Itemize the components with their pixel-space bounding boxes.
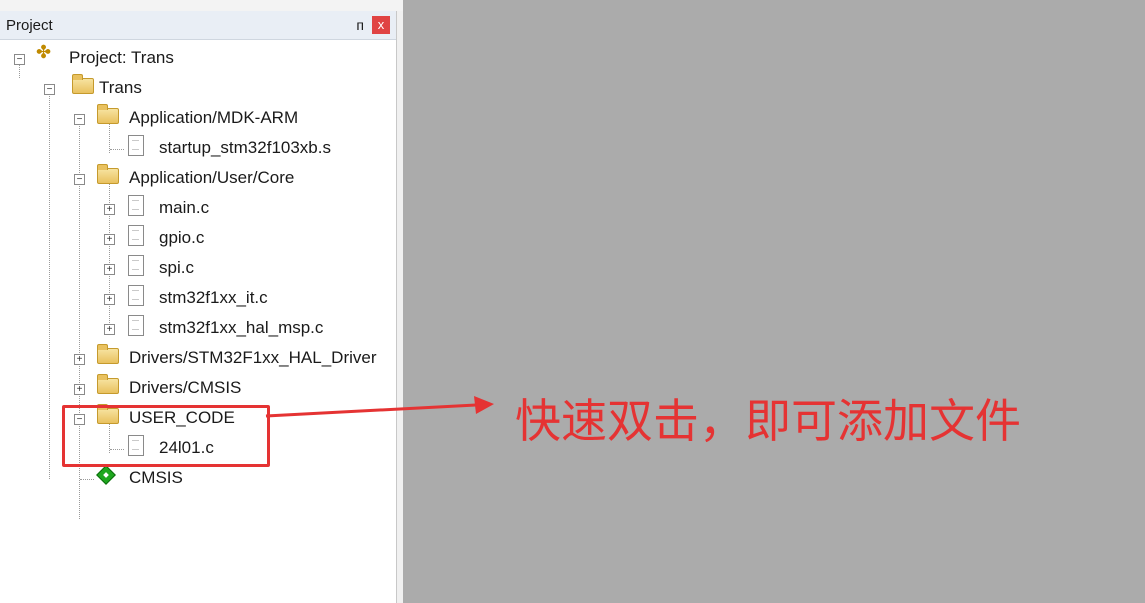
pin-icon[interactable]: ᴨ xyxy=(356,17,364,33)
file-icon xyxy=(128,315,144,336)
tree-item-label: Trans xyxy=(99,78,142,97)
collapse-icon[interactable]: − xyxy=(44,84,55,95)
folder-icon xyxy=(97,344,119,364)
file-icon xyxy=(128,135,144,156)
tree-item-label: main.c xyxy=(159,198,210,217)
expand-icon[interactable]: + xyxy=(74,384,85,395)
file-icon xyxy=(128,255,144,276)
collapse-icon[interactable]: − xyxy=(14,54,25,65)
tree-item-label: spi.c xyxy=(159,258,194,277)
panel-header: Project ᴨ x xyxy=(0,11,396,40)
folder-icon xyxy=(97,374,119,394)
file-icon xyxy=(128,285,144,306)
tree-item-label: Drivers/CMSIS xyxy=(129,378,242,397)
tree-item-label: Project: Trans xyxy=(69,48,174,67)
expand-icon[interactable]: + xyxy=(104,234,115,245)
collapse-icon[interactable]: − xyxy=(74,114,85,125)
file-icon xyxy=(128,195,144,216)
tree-item-label: Application/MDK-ARM xyxy=(129,108,299,127)
expand-icon[interactable]: + xyxy=(104,264,115,275)
folder-icon xyxy=(97,164,119,184)
tree-item-label: Drivers/STM32F1xx_HAL_Driver xyxy=(129,348,377,367)
panel-title: Project xyxy=(6,17,53,34)
annotation-text: 快速双击，即可添加文件 xyxy=(515,394,1021,448)
collapse-icon[interactable]: − xyxy=(74,174,85,185)
close-icon[interactable]: x xyxy=(372,16,390,34)
tree-item-label: stm32f1xx_it.c xyxy=(159,288,268,307)
file-icon xyxy=(128,225,144,246)
panel-splitter[interactable] xyxy=(396,11,403,603)
tree-item-label: CMSIS xyxy=(129,468,183,487)
tree-item-label: Application/User/Core xyxy=(129,168,295,187)
highlight-box xyxy=(62,405,270,467)
editor-area xyxy=(403,0,1145,603)
folder-icon xyxy=(97,104,119,124)
tree-item-label: stm32f1xx_hal_msp.c xyxy=(159,318,324,337)
tree-item-label: startup_stm32f103xb.s xyxy=(159,138,331,157)
expand-icon[interactable]: + xyxy=(74,354,85,365)
expand-icon[interactable]: + xyxy=(104,324,115,335)
expand-icon[interactable]: + xyxy=(104,204,115,215)
tree-item-label: gpio.c xyxy=(159,228,205,247)
expand-icon[interactable]: + xyxy=(104,294,115,305)
folder-icon xyxy=(72,74,94,94)
project-icon: ✤ xyxy=(36,42,52,62)
